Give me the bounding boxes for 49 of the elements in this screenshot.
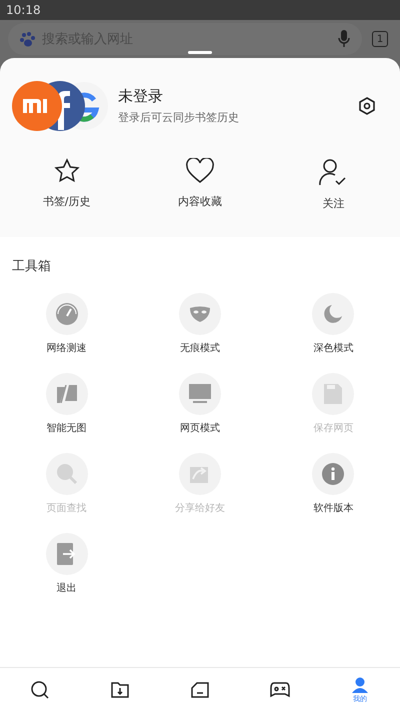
info-icon: [322, 463, 344, 485]
tool-button[interactable]: [178, 373, 221, 415]
sd-card-icon: [324, 384, 342, 404]
star-icon: [54, 158, 80, 184]
tool-label: 深色模式: [313, 342, 354, 355]
tool-button[interactable]: [46, 453, 88, 495]
section-title: 工具箱: [11, 258, 52, 275]
share-image-icon: [190, 465, 210, 483]
user-check-icon: [319, 158, 348, 186]
tool-button[interactable]: [178, 293, 221, 335]
tool-label: 软件版本: [313, 502, 354, 515]
tool-label: 退出: [56, 582, 77, 595]
tool-button[interactable]: [46, 533, 88, 575]
tool-label: 保存网页: [313, 422, 354, 435]
login-subtitle: 登录后可云同步书签历史: [118, 110, 240, 125]
tool-button[interactable]: [312, 373, 354, 415]
monitor-icon: [188, 384, 211, 404]
tool-label: 分享给好友: [174, 502, 225, 515]
magnifier-icon: [56, 463, 78, 485]
moon-icon: [323, 304, 344, 324]
split-image-icon: [56, 385, 77, 403]
heart-icon: [186, 158, 214, 184]
search-icon: [31, 681, 49, 699]
quick-action-link[interactable]: 书签/历史: [42, 194, 91, 209]
gamepad-icon: [270, 682, 290, 698]
login-title: 未登录: [118, 87, 164, 106]
tool-button[interactable]: [312, 293, 354, 335]
settings-icon[interactable]: [358, 97, 376, 115]
tool-label: 无痕模式: [180, 342, 220, 355]
tool-button[interactable]: [46, 373, 88, 415]
user-icon: [352, 676, 368, 692]
quick-action-link[interactable]: 内容收藏: [178, 194, 222, 209]
microphone-icon: [338, 30, 350, 48]
tool-button[interactable]: [312, 453, 354, 495]
sheet-handle[interactable]: [188, 51, 212, 54]
tool-label: 智能无图: [46, 422, 87, 435]
gauge-icon: [54, 302, 79, 326]
tool-button[interactable]: [178, 453, 221, 495]
status-time: 10:18: [6, 3, 41, 17]
mask-icon: [188, 306, 211, 322]
tool-button[interactable]: [46, 293, 88, 335]
tool-label: 网页模式: [180, 422, 220, 435]
window-icon: [191, 682, 209, 698]
quick-action-link[interactable]: 关注: [322, 196, 344, 211]
folder-download-icon: [111, 682, 129, 698]
tool-label: 页面查找: [46, 502, 87, 515]
tool-label: 网络测速: [46, 342, 87, 355]
paw-icon: [20, 31, 36, 47]
exit-icon: [56, 543, 77, 565]
